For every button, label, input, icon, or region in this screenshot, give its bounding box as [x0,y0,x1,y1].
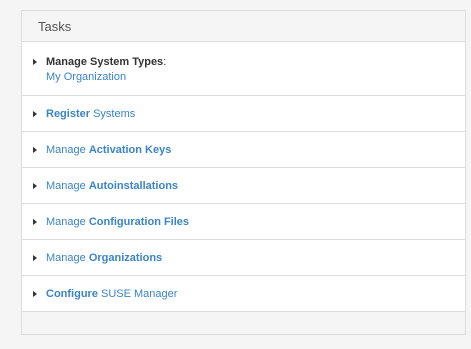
caret-right-icon [33,254,37,261]
caret-right-icon [33,59,37,65]
caret-right-icon [33,290,37,297]
caret-right-icon [33,146,37,153]
task-manage-activation-keys[interactable]: Manage Activation Keys [22,132,465,168]
task-label[interactable]: Manage Autoinstallations [46,180,178,192]
caret-right-icon [33,182,37,189]
task-configure-suse-manager[interactable]: Configure SUSE Manager [22,276,465,312]
caret-right-icon [33,218,37,225]
organization-link[interactable]: My Organization [46,71,166,83]
caret-right-icon [33,110,37,117]
task-manage-system-types[interactable]: Manage System Types: My Organization [22,42,465,96]
task-label[interactable]: Manage Configuration Files [46,216,189,228]
panel-title: Tasks [22,11,465,42]
task-manage-configuration-files[interactable]: Manage Configuration Files [22,204,465,240]
task-label[interactable]: Manage Organizations [46,252,162,264]
panel-footer [22,312,465,332]
task-manage-organizations[interactable]: Manage Organizations [22,240,465,276]
task-label[interactable]: Manage Activation Keys [46,144,171,156]
task-label[interactable]: Register Systems [46,108,135,120]
task-register-systems[interactable]: Register Systems [22,96,465,132]
task-label: Manage System Types: [46,56,167,68]
tasks-panel: Tasks Manage System Types: My Organizati… [21,10,466,335]
task-label[interactable]: Configure SUSE Manager [46,288,177,300]
task-manage-autoinstallations[interactable]: Manage Autoinstallations [22,168,465,204]
